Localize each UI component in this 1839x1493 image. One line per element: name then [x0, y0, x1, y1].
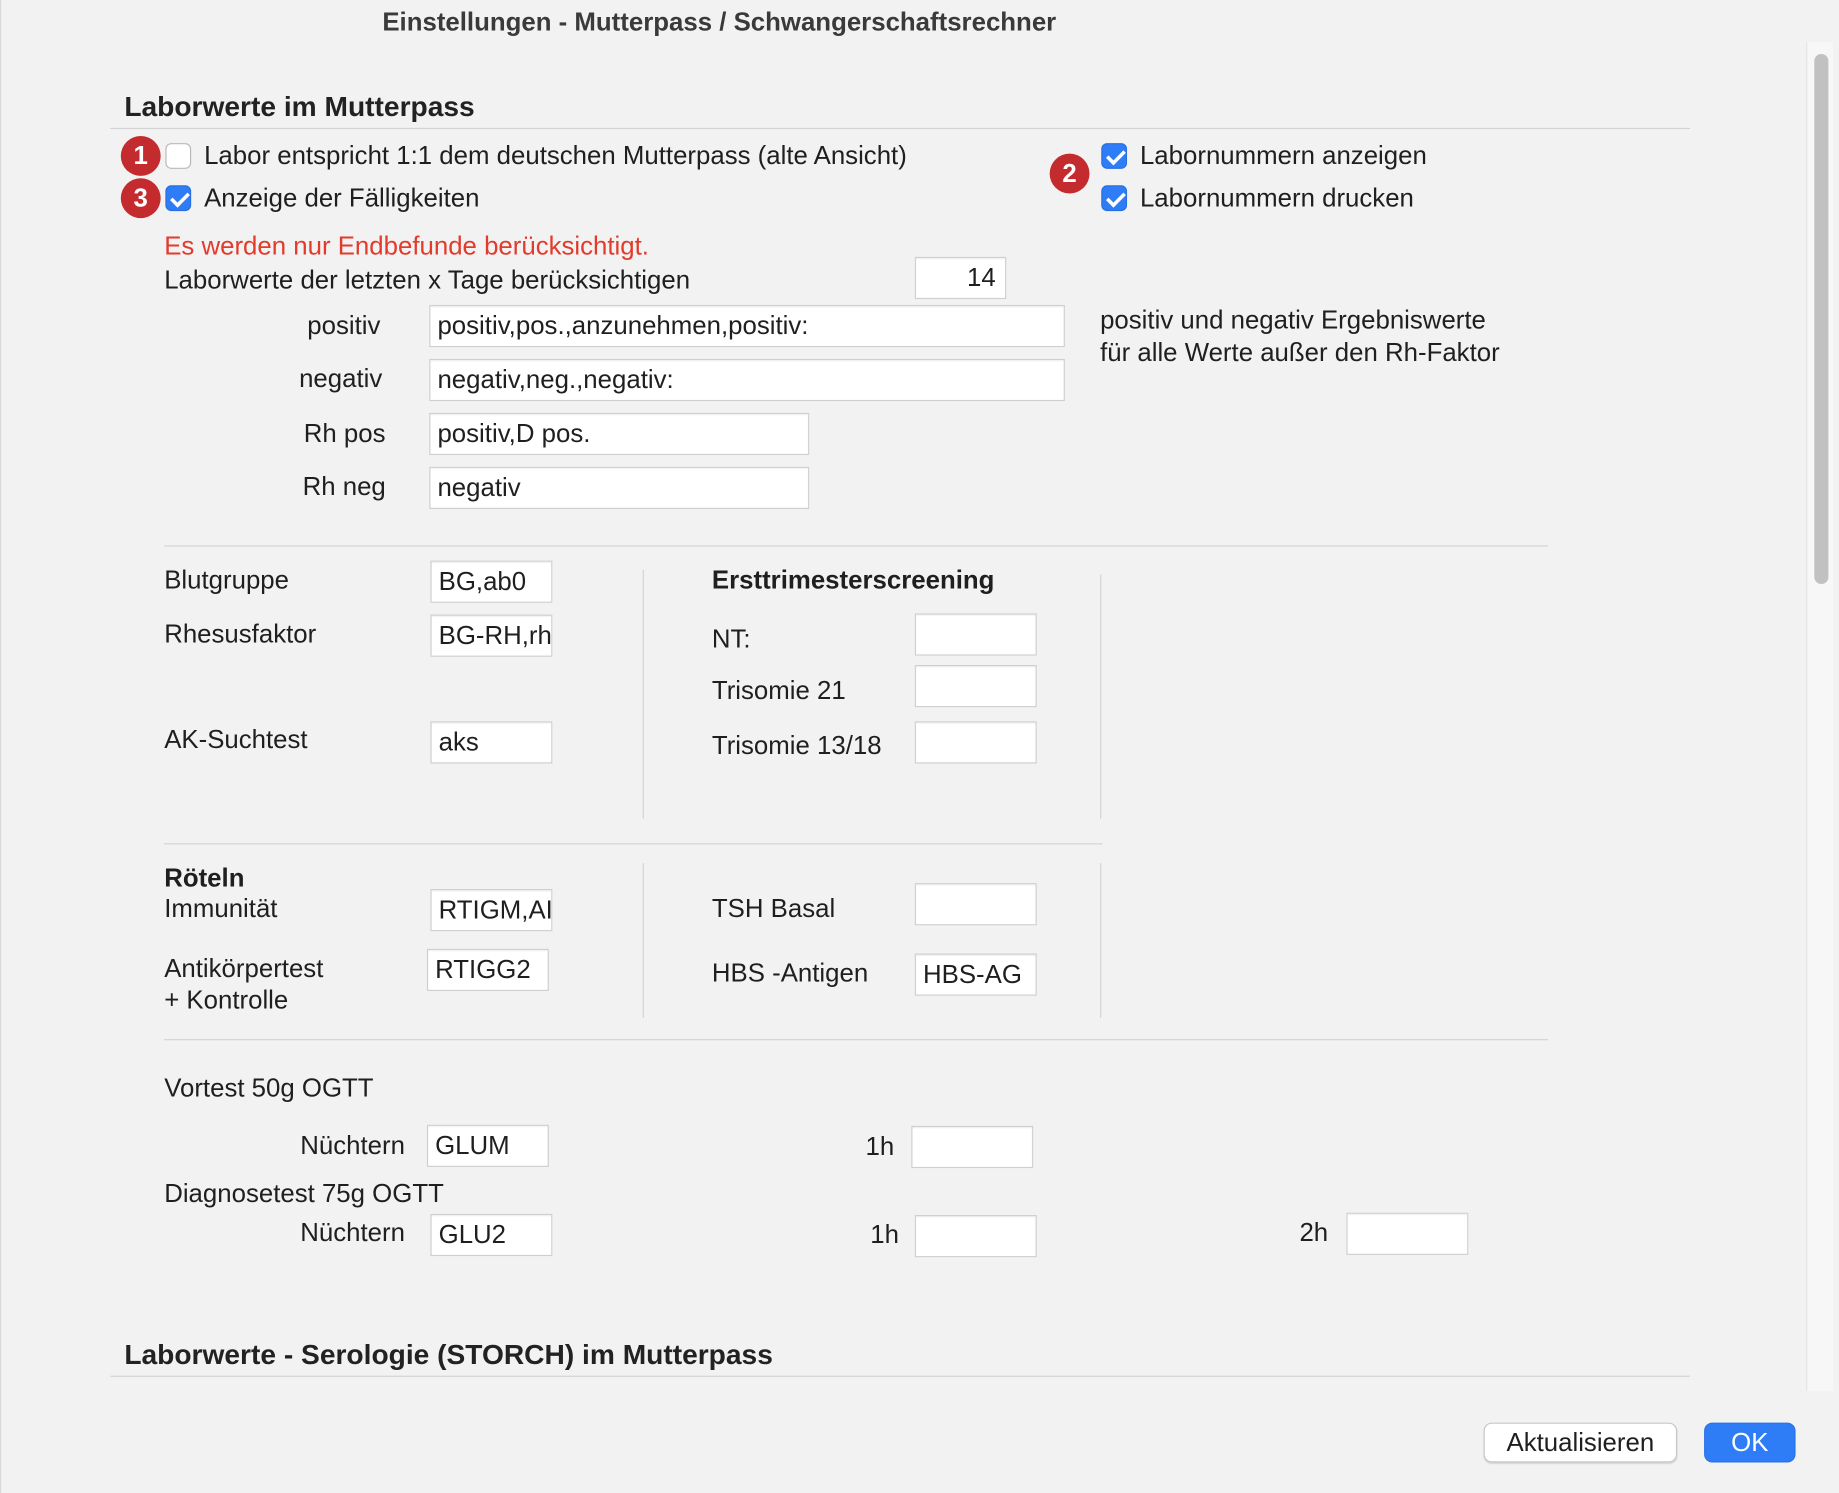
window-border: [0, 0, 2, 1493]
negativ-label: negativ: [299, 363, 383, 393]
trisomie21-input[interactable]: [914, 664, 1037, 708]
diag-2h-input[interactable]: [1346, 1212, 1469, 1255]
blutgruppe-input[interactable]: BG,ab0: [430, 560, 553, 603]
positiv-input[interactable]: positiv,pos.,anzunehmen,positiv:: [429, 304, 1065, 348]
diag-nuechtern-input[interactable]: GLU2: [430, 1213, 553, 1257]
hbs-label: HBS -Antigen: [711, 958, 869, 988]
antikoerpertest-label-2: + Kontrolle: [164, 985, 289, 1015]
badge-1: 1: [120, 136, 161, 176]
refresh-button[interactable]: Aktualisieren: [1483, 1422, 1678, 1463]
window-title: Einstellungen - Mutterpass / Schwangersc…: [382, 7, 1057, 37]
vdivider-1: [642, 569, 644, 819]
ak-suchtest-input[interactable]: aks: [430, 721, 553, 764]
label-due-dates: Anzeige der Fälligkeiten: [204, 182, 480, 213]
nt-input[interactable]: [914, 613, 1037, 656]
diag-1h-label: 1h: [870, 1219, 899, 1250]
divider-ogtt: [164, 1039, 1549, 1041]
immunitaet-input[interactable]: RTIGM,AI: [430, 888, 553, 932]
divider-blood: [164, 545, 1549, 547]
checkbox-print-lab-numbers[interactable]: [1101, 185, 1128, 212]
hbs-input[interactable]: HBS-AG: [914, 953, 1037, 996]
days-input[interactable]: 14: [914, 256, 1007, 300]
vortest-nuechtern-label: Nüchtern: [300, 1130, 405, 1160]
trisomie1318-input[interactable]: [914, 721, 1037, 764]
hint-line-2: für alle Werte außer den Rh-Faktor: [1100, 337, 1500, 368]
badge-3: 3: [120, 178, 161, 219]
section-title-labor: Laborwerte im Mutterpass: [124, 91, 475, 124]
vortest-nuechtern-input[interactable]: GLUM: [426, 1124, 549, 1167]
tsh-label: TSH Basal: [711, 893, 836, 923]
settings-window: Einstellungen - Mutterpass / Schwangersc…: [0, 0, 1839, 1493]
rh-neg-input[interactable]: negativ: [429, 466, 810, 509]
ak-suchtest-label: AK-Suchtest: [164, 724, 308, 755]
blutgruppe-label: Blutgruppe: [164, 565, 290, 595]
rhesus-input[interactable]: BG-RH,rh: [430, 614, 553, 657]
section-divider: [110, 127, 1691, 130]
label-old-view: Labor entspricht 1:1 dem deutschen Mutte…: [204, 140, 907, 171]
badge-2: 2: [1049, 153, 1090, 194]
checkbox-show-lab-numbers[interactable]: [1101, 143, 1128, 169]
tsh-input[interactable]: [914, 883, 1037, 926]
divider-roeteln: [164, 843, 1103, 845]
trisomie1318-label: Trisomie 13/18: [711, 730, 882, 760]
label-print-lab-numbers: Labornummern drucken: [1139, 182, 1414, 213]
immunitaet-label: Immunität: [164, 893, 278, 923]
rh-pos-label: Rh pos: [303, 418, 386, 449]
section-title-serologie: Laborwerte - Serologie (STORCH) im Mutte…: [124, 1339, 773, 1372]
antikoerpertest-label-1: Antikörpertest: [164, 953, 324, 983]
vdivider-3: [642, 863, 644, 1018]
antikoerpertest-input[interactable]: RTIGG2: [426, 948, 549, 992]
diagnosetest-title: Diagnosetest 75g OGTT: [164, 1178, 444, 1208]
checkbox-old-view[interactable]: [165, 143, 192, 169]
rh-neg-label: Rh neg: [302, 471, 386, 501]
diag-nuechtern-label: Nüchtern: [300, 1217, 405, 1247]
section-divider-2: [110, 1375, 1691, 1377]
warning-text: Es werden nur Endbefunde berücksichtigt.: [164, 231, 649, 261]
vortest-title: Vortest 50g OGTT: [164, 1073, 374, 1103]
screening-title: Ersttrimesterscreening: [711, 565, 995, 595]
hint-line-1: positiv und negativ Ergebniswerte: [1100, 304, 1486, 335]
ok-button[interactable]: OK: [1704, 1422, 1796, 1463]
vdivider-2: [1100, 574, 1102, 819]
positiv-label: positiv: [307, 310, 381, 341]
scrollbar-thumb[interactable]: [1814, 53, 1829, 585]
label-show-lab-numbers: Labornummern anzeigen: [1139, 140, 1427, 171]
rh-pos-input[interactable]: positiv,D pos.: [429, 412, 810, 456]
negativ-input[interactable]: negativ,neg.,negativ:: [429, 358, 1065, 402]
diag-2h-label: 2h: [1299, 1217, 1329, 1247]
rhesus-label: Rhesusfaktor: [164, 619, 317, 649]
diag-1h-input[interactable]: [914, 1215, 1037, 1258]
roeteln-title: Röteln: [164, 863, 245, 893]
nt-label: NT:: [711, 623, 751, 654]
checkbox-due-dates[interactable]: [165, 185, 192, 212]
vdivider-4: [1100, 863, 1102, 1018]
vortest-1h-label: 1h: [865, 1131, 895, 1162]
days-label: Laborwerte der letzten x Tage berücksich…: [164, 265, 691, 295]
vortest-1h-input[interactable]: [911, 1125, 1034, 1169]
trisomie21-label: Trisomie 21: [711, 675, 846, 705]
